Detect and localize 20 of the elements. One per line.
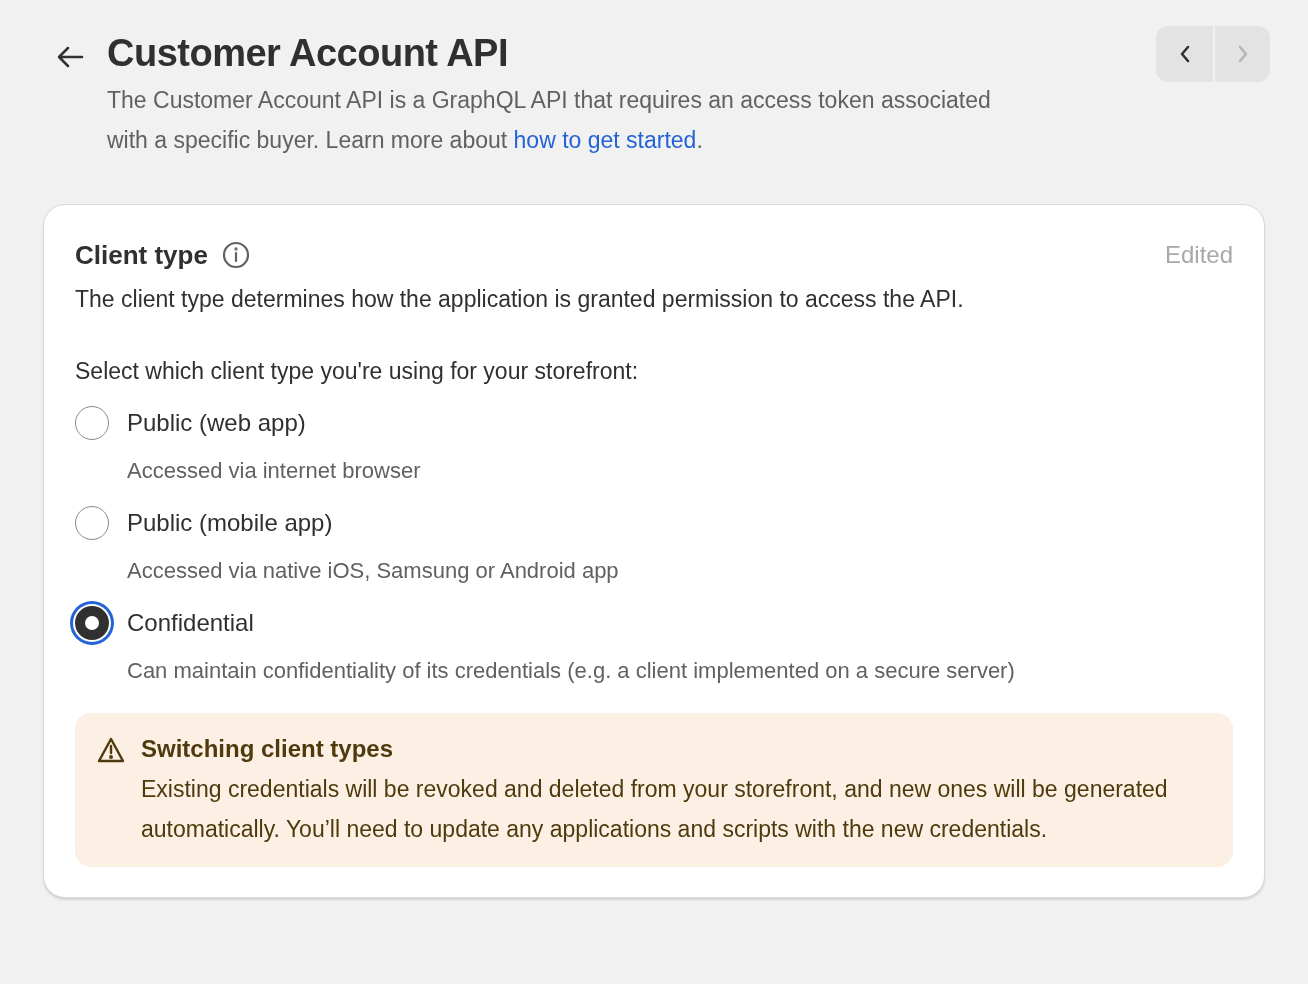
option-hint: Can maintain confidentiality of its credentials (e.g. a client implemented on a secure server) — [127, 657, 1016, 685]
client-type-radio[interactable]: Public (mobile app) — [75, 503, 1233, 543]
card-title: Client type — [75, 239, 208, 272]
card-description: The client type determines how the application is granted permission to access the API. — [75, 285, 965, 314]
warning-title: Switching client types — [141, 734, 395, 764]
client-type-radio[interactable]: Public (web app) — [75, 403, 1233, 443]
page-description: The Customer Account API is a GraphQL API that requires an access token associated with a specific buyer. Learn more about how to get started. — [107, 86, 992, 155]
option-hint: Accessed via native iOS, Samsung or Android app — [127, 557, 620, 585]
back-arrow-icon — [56, 45, 84, 69]
chevron-right-icon — [1236, 44, 1249, 64]
page-title: Customer Account API — [107, 31, 509, 76]
get-started-link[interactable]: how to get started — [513, 127, 697, 153]
option-hint: Accessed via internet browser — [127, 457, 422, 485]
select-prompt: Select which client type you're using for your storefront: — [75, 357, 640, 386]
warning-icon — [97, 737, 125, 763]
info-icon — [221, 241, 250, 269]
chevron-left-icon — [1178, 44, 1191, 64]
client-type-radio[interactable]: Confidential — [75, 603, 1233, 643]
edited-status: Edited — [1164, 240, 1233, 270]
warning-text: Existing credentials will be revoked and deleted from your storefront, and new ones will be generated automatically. You’ll need to update any applications and scripts with the new credentials. — [141, 775, 1169, 844]
